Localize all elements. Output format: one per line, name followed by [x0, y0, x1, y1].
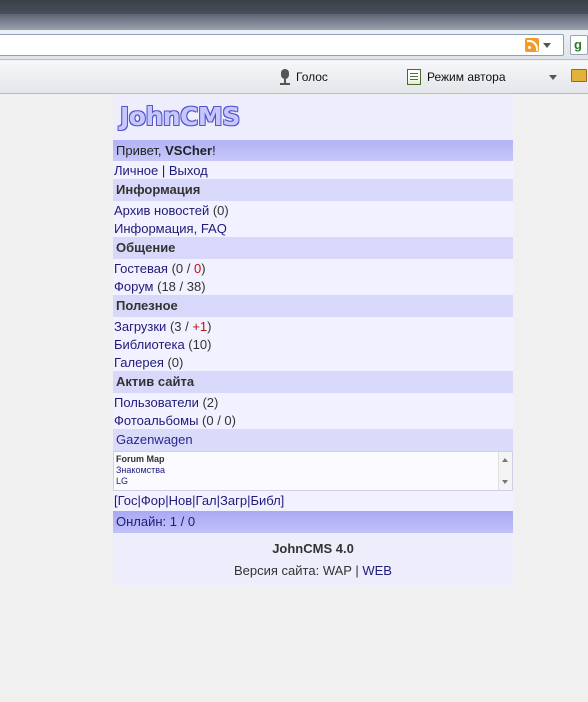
- author-mode-button[interactable]: Режим автора: [407, 69, 506, 85]
- ad-block-title[interactable]: Gazenwagen: [113, 429, 513, 451]
- personal-link[interactable]: Личное: [114, 163, 158, 178]
- footer-brand: JohnCMS 4.0: [272, 541, 354, 556]
- document-icon: [407, 69, 421, 85]
- scroll-down-icon[interactable]: [502, 480, 508, 484]
- list-item: Загрузки (3 / +1): [113, 317, 513, 335]
- list-item: Форум (18 / 38): [113, 277, 513, 295]
- list-item: Архив новостей (0): [113, 201, 513, 219]
- google-search-icon[interactable]: g: [570, 35, 588, 55]
- chevron-down-icon[interactable]: [543, 43, 551, 48]
- list-item: Гостевая (0 / 0): [113, 259, 513, 277]
- count: (0 / 0): [198, 413, 236, 428]
- logo-area: JohnCMS: [113, 95, 513, 140]
- count: (2): [198, 395, 219, 410]
- section-header-activity: Актив сайта: [113, 371, 513, 393]
- rss-feed-icon[interactable]: [525, 38, 539, 52]
- account-links: Личное | Выход: [113, 161, 513, 179]
- folder-icon[interactable]: [571, 69, 587, 82]
- site-page: JohnCMS Привет, VSCher! Личное | Выход И…: [113, 95, 513, 585]
- greeting-prefix: Привет,: [116, 143, 166, 158]
- username: VSCher: [165, 143, 213, 158]
- separator: |: [158, 163, 169, 178]
- dating-link[interactable]: Знакомства: [116, 465, 510, 476]
- browser-toolbar: Голос Режим автора: [0, 61, 588, 94]
- separator: |: [351, 563, 363, 578]
- count: (3 /: [166, 319, 193, 334]
- gallery-link[interactable]: Галерея: [114, 355, 164, 370]
- site-logo[interactable]: JohnCMS: [120, 102, 240, 131]
- web-version-link[interactable]: WEB: [362, 563, 392, 578]
- greeting-bar: Привет, VSCher!: [113, 140, 513, 161]
- lg-link[interactable]: LG: [116, 476, 510, 487]
- library-link[interactable]: Библиотека: [114, 337, 185, 352]
- count: (0 /: [167, 261, 194, 276]
- count: (0): [209, 203, 229, 218]
- online-counter[interactable]: Онлайн: 1 / 0: [113, 511, 513, 533]
- downloads-link[interactable]: Загрузки: [114, 319, 166, 334]
- guestbook-link[interactable]: Гостевая: [114, 261, 168, 276]
- count-close: ): [207, 319, 212, 334]
- count: (10): [184, 337, 212, 352]
- voice-label: Голос: [296, 70, 328, 84]
- version-prefix: Версия сайта:: [234, 563, 323, 578]
- info-faq-link[interactable]: Информация, FAQ: [114, 221, 227, 236]
- author-mode-label: Режим автора: [427, 70, 506, 84]
- section-header-useful: Полезное: [113, 295, 513, 317]
- site-footer: JohnCMS 4.0 Версия сайта: WAP | WEB: [113, 533, 513, 585]
- section-header-info: Информация: [113, 179, 513, 201]
- list-item: Информация, FAQ: [113, 219, 513, 237]
- microphone-icon: [280, 69, 290, 85]
- list-item: Библиотека (10): [113, 335, 513, 353]
- titlebar-shade: [0, 14, 588, 30]
- count-close: ): [201, 261, 206, 276]
- logout-link[interactable]: Выход: [169, 163, 208, 178]
- users-link[interactable]: Пользователи: [114, 395, 199, 410]
- scroll-up-icon[interactable]: [502, 458, 508, 462]
- count: (0): [163, 355, 184, 370]
- photo-albums-link[interactable]: Фотоальбомы: [114, 413, 198, 428]
- site-version: Версия сайта: WAP | WEB: [113, 563, 513, 579]
- window-titlebar: [0, 0, 588, 30]
- scrollbar[interactable]: [498, 452, 512, 490]
- list-item: Фотоальбомы (0 / 0): [113, 411, 513, 429]
- list-item: Пользователи (2): [113, 393, 513, 411]
- section-header-social: Общение: [113, 237, 513, 259]
- chevron-down-icon[interactable]: [549, 75, 557, 80]
- news-archive-link[interactable]: Архив новостей: [114, 203, 209, 218]
- forum-link[interactable]: Форум: [114, 279, 154, 294]
- address-field[interactable]: [0, 34, 564, 56]
- list-item: Галерея (0): [113, 353, 513, 371]
- greeting-suffix: !: [212, 143, 216, 158]
- wap-version: WAP: [322, 563, 352, 578]
- mini-links-box[interactable]: Forum Map Знакомства LG: [113, 451, 513, 491]
- navigation-bar: [0, 30, 588, 60]
- new-count: +1: [192, 319, 208, 334]
- forum-map-link[interactable]: Forum Map: [116, 454, 510, 465]
- quick-nav[interactable]: [Гос|Фор|Нов|Гал|Загр|Библ]: [113, 491, 513, 511]
- voice-button[interactable]: Голос: [280, 69, 328, 85]
- count: (18 / 38): [153, 279, 206, 294]
